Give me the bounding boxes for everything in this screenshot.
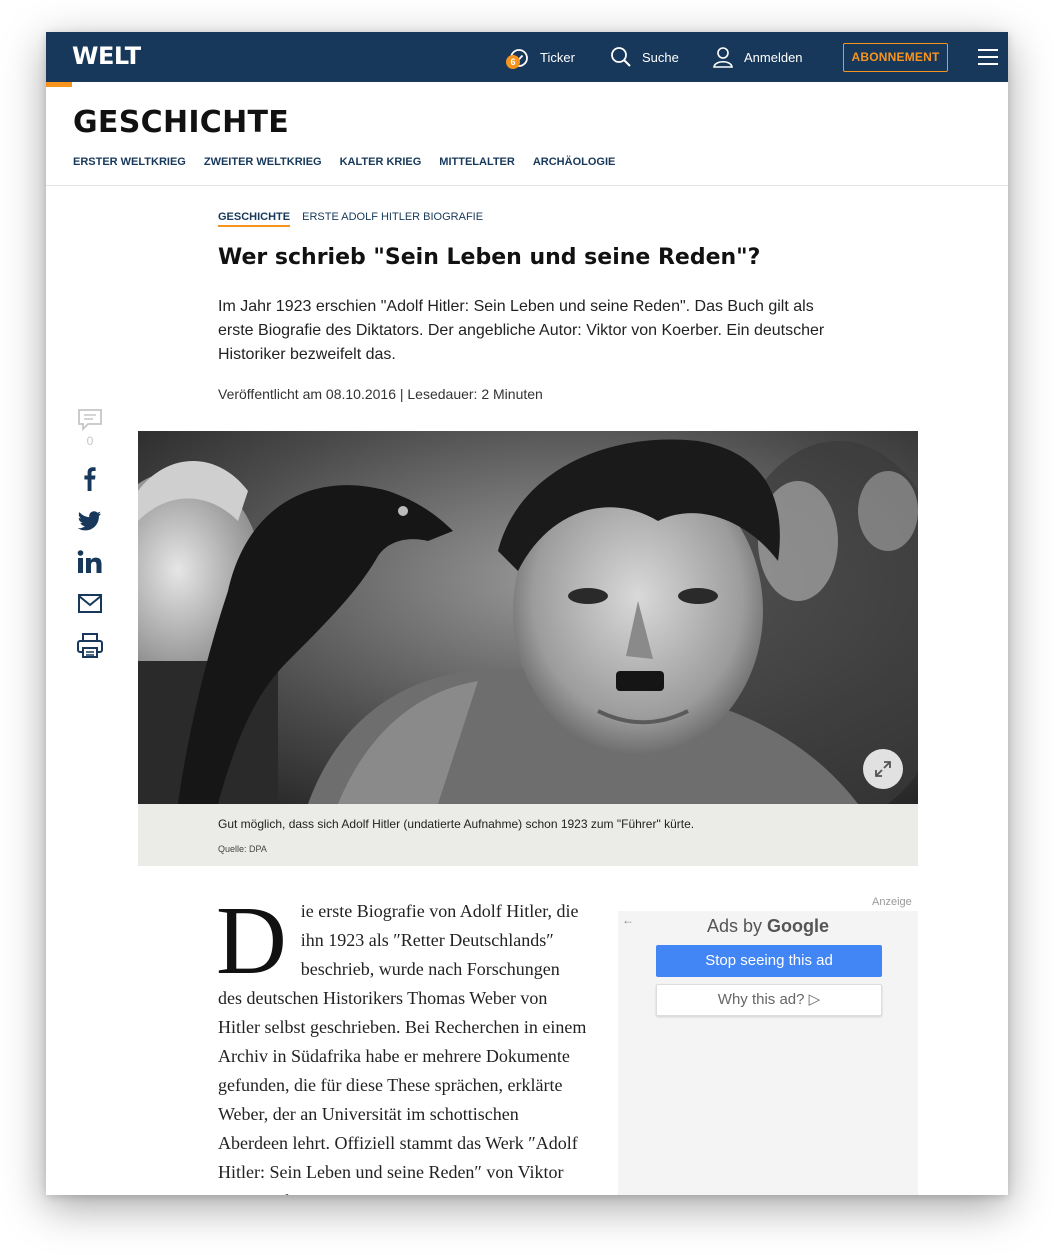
twitter-icon[interactable] — [76, 506, 104, 534]
browser-window: WELT 6 Ticker Suche Anmelden ABONNEMENT — [46, 32, 1008, 1195]
clock-icon: 6 — [506, 46, 530, 69]
hamburger-menu-icon[interactable] — [978, 49, 998, 65]
ads-brand: Google — [767, 916, 830, 936]
search-icon — [610, 46, 632, 68]
ads-by-google: Ads by Google — [618, 916, 918, 937]
facebook-icon[interactable] — [76, 464, 104, 492]
share-bar: 0 — [76, 406, 104, 674]
subnav-item-erster-weltkrieg[interactable]: ERSTER WELTKRIEG — [73, 156, 186, 168]
search-button[interactable]: Suche — [610, 32, 679, 82]
subnav-item-kalter-krieg[interactable]: KALTER KRIEG — [340, 156, 422, 168]
header-divider — [46, 185, 1008, 186]
ad-container: ← Ads by Google Stop seeing this ad Why … — [618, 911, 918, 1195]
accent-line — [46, 82, 72, 87]
login-label: Anmelden — [744, 49, 803, 65]
subscribe-button[interactable]: ABONNEMENT — [843, 43, 948, 72]
user-icon — [712, 46, 734, 68]
dropcap: D — [216, 887, 287, 995]
expand-image-button[interactable] — [863, 749, 903, 789]
section-subnav: ERSTER WELTKRIEG ZWEITER WELTKRIEG KALTE… — [73, 156, 615, 168]
login-button[interactable]: Anmelden — [712, 32, 803, 82]
why-this-ad-button[interactable]: Why this ad? ▷ — [656, 984, 882, 1016]
section-title[interactable]: GESCHICHTE — [73, 105, 289, 140]
mail-icon[interactable] — [76, 590, 104, 618]
subnav-item-zweiter-weltkrieg[interactable]: ZWEITER WELTKRIEG — [204, 156, 322, 168]
welt-logo[interactable]: WELT — [72, 42, 141, 70]
breadcrumb: GESCHICHTE ERSTE ADOLF HITLER BIOGRAFIE — [218, 211, 483, 227]
subnav-item-archaeologie[interactable]: ARCHÄOLOGIE — [533, 156, 616, 168]
top-navigation-bar: WELT 6 Ticker Suche Anmelden ABONNEMENT — [46, 32, 1008, 82]
print-icon[interactable] — [76, 632, 104, 660]
comment-count: 0 — [86, 434, 94, 448]
search-label: Suche — [642, 49, 679, 65]
article-meta: Veröffentlicht am 08.10.2016 | Lesedauer… — [218, 386, 543, 402]
subnav-item-mittelalter[interactable]: MITTELALTER — [439, 156, 515, 168]
stop-seeing-ad-button[interactable]: Stop seeing this ad — [656, 945, 882, 977]
comment-icon[interactable] — [76, 406, 104, 434]
ad-label: Anzeige — [872, 896, 912, 908]
image-caption-box: Gut möglich, dass sich Adolf Hitler (und… — [138, 804, 918, 866]
ads-by-label: Ads by — [706, 916, 762, 936]
hero-photo — [138, 431, 918, 804]
breadcrumb-topic[interactable]: ERSTE ADOLF HITLER BIOGRAFIE — [302, 211, 483, 227]
ticker-button[interactable]: 6 Ticker — [506, 32, 575, 82]
article-body: D ie erste Biografie von Adolf Hitler, d… — [216, 887, 588, 1195]
ticker-label: Ticker — [540, 49, 575, 65]
linkedin-icon[interactable] — [76, 548, 104, 576]
expand-icon — [875, 761, 891, 777]
article-hero-image[interactable] — [138, 431, 918, 804]
breadcrumb-section[interactable]: GESCHICHTE — [218, 211, 291, 227]
ticker-badge: 6 — [506, 55, 520, 69]
article-headline: Wer schrieb "Sein Leben und seine Reden"… — [218, 245, 761, 270]
image-credit: Quelle: DPA — [218, 844, 267, 854]
article-intro: Im Jahr 1923 erschien "Adolf Hitler: Sei… — [218, 298, 825, 363]
image-caption: Gut möglich, dass sich Adolf Hitler (und… — [218, 817, 695, 831]
